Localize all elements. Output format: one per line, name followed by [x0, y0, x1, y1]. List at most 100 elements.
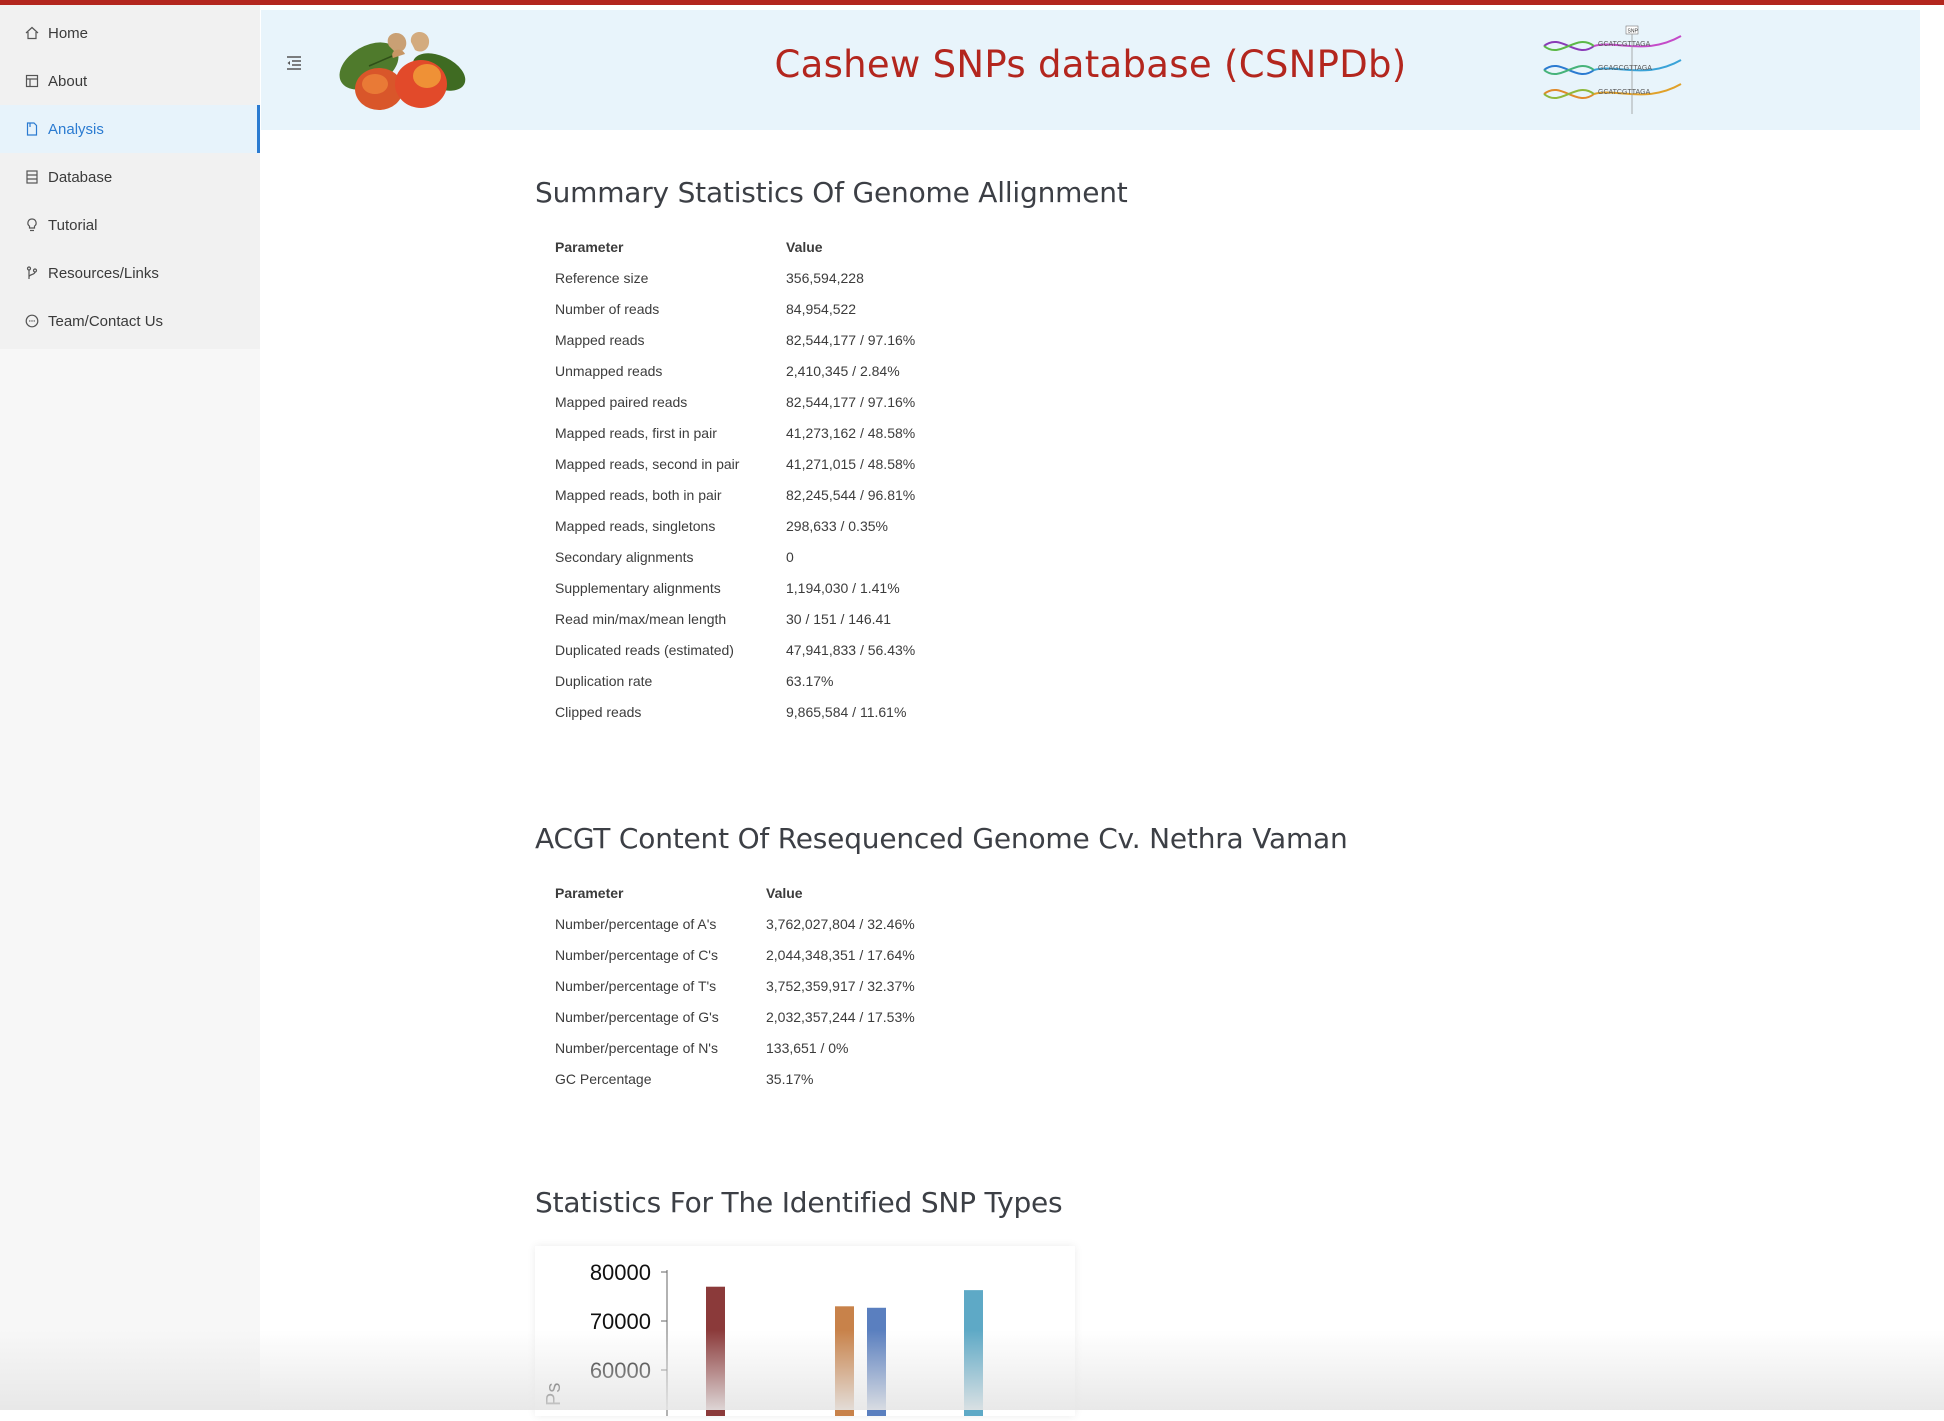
chart-bar — [706, 1286, 725, 1416]
snp-types-chart: 80000 70000 60000 Ps — [535, 1246, 1075, 1416]
parameter-cell: Mapped reads, both in pair — [555, 486, 722, 503]
value-cell: 3,752,359,917 / 32.37% — [766, 977, 915, 994]
table-row: Duplication rate 63.17% — [555, 665, 915, 696]
column-header-parameter: Parameter — [555, 238, 624, 255]
table-row: Secondary alignments 0 — [555, 541, 915, 572]
table-row: Supplementary alignments 1,194,030 / 1.41… — [555, 572, 915, 603]
alignment-stats-table: Parameter Value Reference size 356,594,22… — [555, 231, 915, 727]
sidebar-item-home[interactable]: Home — [0, 9, 260, 57]
value-cell: 63.17% — [786, 672, 834, 689]
dna-sequence-3: GCATCGTTAGA — [1598, 89, 1651, 96]
sidebar-item-label: Team/Contact Us — [48, 312, 164, 330]
table-row: Unmapped reads 2,410,345 / 2.84% — [555, 355, 915, 386]
sidebar-menu: Home About Analysis Database Tutorial Re… — [0, 5, 260, 349]
home-icon — [24, 25, 40, 41]
parameter-cell: Mapped reads — [555, 331, 645, 348]
y-tick-label: 70000 — [590, 1309, 651, 1334]
parameter-cell: Number of reads — [555, 300, 660, 317]
value-cell: 82,544,177 / 97.16% — [786, 393, 916, 410]
sidebar-item-label: Resources/Links — [48, 264, 159, 282]
sidebar-item-database[interactable]: Database — [0, 153, 260, 201]
table-row: Mapped reads 82,544,177 / 97.16% — [555, 324, 915, 355]
y-tick-label: 80000 — [590, 1260, 651, 1285]
table-row: Number/percentage of C's 2,044,348,351 / … — [555, 939, 915, 970]
sidebar-item-analysis[interactable]: Analysis — [0, 105, 260, 153]
sidebar-item-label: Tutorial — [48, 216, 98, 234]
acgt-section-title: ACGT Content Of Resequenced Genome Cv. N… — [535, 822, 1348, 855]
alignment-section-title: Summary Statistics Of Genome Allignment — [535, 176, 1128, 209]
table-row: Mapped reads, both in pair 82,245,544 / 9… — [555, 479, 915, 510]
sidebar-item-about[interactable]: About — [0, 57, 260, 105]
layout-icon — [24, 73, 40, 89]
value-cell: 84,954,522 — [786, 300, 857, 317]
chat-icon — [24, 313, 40, 329]
table-row: Mapped paired reads 82,544,177 / 97.16% — [555, 386, 915, 417]
sidebar-item-label: Database — [48, 168, 113, 186]
sidebar-item-label: About — [48, 72, 88, 90]
value-cell: 2,044,348,351 / 17.64% — [766, 946, 915, 963]
table-header-row: Parameter Value — [555, 877, 915, 908]
table-row: Number/percentage of A's 3,762,027,804 / … — [555, 908, 915, 939]
parameter-cell: Clipped reads — [555, 703, 642, 720]
value-cell: 30 / 151 / 146.41 — [786, 610, 892, 627]
sidebar-item-resources[interactable]: Resources/Links — [0, 249, 260, 297]
sidebar-item-team-contact[interactable]: Team/Contact Us — [0, 297, 260, 345]
table-row: Mapped reads, second in pair 41,271,015 /… — [555, 448, 915, 479]
branch-icon — [24, 265, 40, 281]
database-icon — [24, 169, 40, 185]
top-accent-bar — [0, 0, 1944, 5]
parameter-cell: Duplication rate — [555, 672, 653, 689]
table-row: Clipped reads 9,865,584 / 11.61% — [555, 696, 915, 727]
main-content: Summary Statistics Of Genome Allignment … — [535, 165, 1735, 1219]
parameter-cell: Mapped paired reads — [555, 393, 688, 410]
bulb-icon — [24, 217, 40, 233]
dna-sequence-2: GCAGCGTTAGA — [1598, 65, 1652, 72]
parameter-cell: Supplementary alignments — [555, 579, 721, 596]
table-row: Reference size 356,594,228 — [555, 262, 915, 293]
chart-bar — [835, 1306, 854, 1416]
table-header-row: Parameter Value — [555, 231, 915, 262]
document-icon — [24, 121, 40, 137]
parameter-cell: Duplicated reads (estimated) — [555, 641, 734, 658]
sidebar: Home About Analysis Database Tutorial Re… — [0, 5, 260, 1410]
column-header-parameter: Parameter — [555, 884, 624, 901]
value-cell: 3,762,027,804 / 32.46% — [766, 915, 915, 932]
chart-bar — [964, 1290, 983, 1416]
table-row: Mapped reads, singletons 298,633 / 0.35% — [555, 510, 915, 541]
snp-bar-chart-svg: 80000 70000 60000 Ps — [543, 1260, 983, 1416]
value-cell: 1,194,030 / 1.41% — [786, 579, 900, 596]
parameter-cell: GC Percentage — [555, 1070, 652, 1087]
value-cell: 9,865,584 / 11.61% — [786, 703, 907, 720]
dna-logo-tag: SNP — [1628, 29, 1639, 35]
column-header-value: Value — [766, 884, 803, 901]
value-cell: 356,594,228 — [786, 269, 864, 286]
value-cell: 82,544,177 / 97.16% — [786, 331, 916, 348]
parameter-cell: Mapped reads, second in pair — [555, 455, 740, 472]
column-header-value: Value — [786, 238, 823, 255]
sidebar-item-tutorial[interactable]: Tutorial — [0, 201, 260, 249]
parameter-cell: Number/percentage of N's — [555, 1039, 718, 1056]
value-cell: 2,410,345 / 2.84% — [786, 362, 900, 379]
parameter-cell: Secondary alignments — [555, 548, 694, 565]
table-row: GC Percentage 35.17% — [555, 1063, 915, 1094]
table-row: Number/percentage of T's 3,752,359,917 / … — [555, 970, 915, 1001]
value-cell: 47,941,833 / 56.43% — [786, 641, 916, 658]
sidebar-item-label: Analysis — [48, 120, 104, 138]
y-axis-label: Ps — [543, 1383, 565, 1406]
table-row: Mapped reads, first in pair 41,273,162 / … — [555, 417, 915, 448]
parameter-cell: Reference size — [555, 269, 649, 286]
value-cell: 82,245,544 / 96.81% — [786, 486, 916, 503]
table-row: Read min/max/mean length 30 / 151 / 146.4… — [555, 603, 915, 634]
dna-snp-logo: SNP GCATCGTTAGA GCAGCGTTAGA GCATCGTTAGA — [1536, 22, 1686, 118]
snp-types-section-title: Statistics For The Identified SNP Types — [535, 1186, 1063, 1219]
acgt-stats-table: Parameter Value Number/percentage of A's… — [555, 877, 915, 1094]
value-cell: 35.17% — [766, 1070, 814, 1087]
parameter-cell: Number/percentage of T's — [555, 977, 717, 994]
value-cell: 41,271,015 / 48.58% — [786, 455, 916, 472]
site-header: Cashew SNPs database (CSNPDb) SNP GCATCG… — [261, 10, 1920, 130]
dna-sequence-1: GCATCGTTAGA — [1598, 41, 1651, 48]
parameter-cell: Number/percentage of C's — [555, 946, 718, 963]
parameter-cell: Number/percentage of G's — [555, 1008, 719, 1025]
sidebar-item-label: Home — [48, 24, 89, 42]
value-cell: 0 — [786, 548, 794, 565]
